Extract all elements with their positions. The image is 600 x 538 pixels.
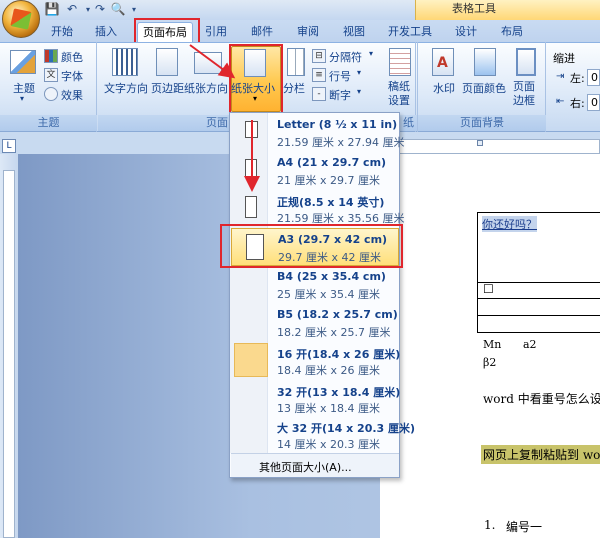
annotation-arrows <box>189 44 260 192</box>
arrow-tab-to-size <box>189 44 236 79</box>
